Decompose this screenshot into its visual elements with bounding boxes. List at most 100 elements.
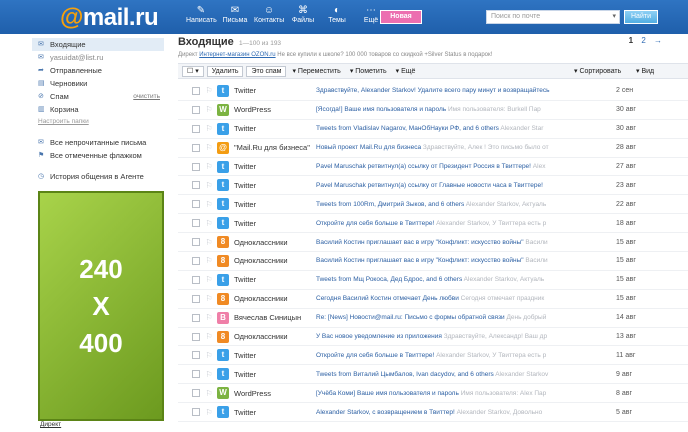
agent-history-link[interactable]: ◷ История общения в Агенте [32,170,164,183]
search-input[interactable]: Поиск по почте ▾ [486,10,620,24]
flag-icon[interactable]: ⚐ [204,351,214,360]
pager-next-arrow-icon[interactable]: → [654,36,662,45]
ad-banner[interactable]: 240 X 400 [38,191,164,421]
message-subject: Сегодня Василий Костин отмечает День люб… [316,295,602,302]
flag-icon[interactable]: ⚐ [204,105,214,114]
row-checkbox[interactable] [192,313,200,322]
row-checkbox[interactable] [192,238,200,247]
find-button[interactable]: Найти [624,10,658,24]
sidebar-filter[interactable]: ⚑ Все отмеченные флажком [32,149,164,162]
search-dropdown-icon[interactable]: ▾ [612,11,616,23]
row-checkbox[interactable] [192,124,200,133]
flag-icon[interactable]: ⚐ [204,219,214,228]
nav-icon: ◐ [333,5,341,16]
sidebar-folder[interactable]: ▤ Черновики [32,77,164,90]
message-row[interactable]: ⚐ t Twitter Tweets from Мщ Рокоса, Дед Бдро… [178,271,688,290]
sidebar-folder[interactable]: ⊘ Спам очистить [32,90,164,103]
message-row[interactable]: ⚐ W WordPress [Учёба Коми] Ваше имя пользов… [178,384,688,404]
row-checkbox[interactable] [192,389,200,398]
message-row[interactable]: ⚐ t Twitter Tweets from Vladislav Nagarov, … [178,120,688,139]
row-checkbox[interactable] [192,200,200,209]
flag-icon[interactable]: ⚐ [204,389,214,398]
message-row[interactable]: ⚐ t Twitter Здравствуйте, Alexander Starkov… [178,82,688,101]
message-row[interactable]: ⚐ t Twitter Tweets from Виталий Цымбалов, I… [178,365,688,385]
row-checkbox[interactable] [192,370,200,379]
topnav-item[interactable]: ◐ Темы [322,4,352,24]
flag-icon[interactable]: ⚐ [204,238,214,247]
agent-history-label: История общения в Агенте [50,172,144,181]
sidebar-folder[interactable]: ✉ Входящие [32,38,164,51]
row-checkbox[interactable] [192,181,200,190]
sender-name: Одноклассники [234,237,288,247]
folder-icon: ▤ [38,80,45,87]
flag-icon[interactable]: ⚐ [204,162,214,171]
row-checkbox[interactable] [192,86,200,95]
filter-icon: ⚑ [38,152,45,159]
row-checkbox[interactable] [192,143,200,152]
message-row[interactable]: ⚐ t Twitter Pavel Maruschak ретвитнул(а) сс… [178,158,688,177]
flag-icon[interactable]: ⚐ [204,313,214,322]
pager-next[interactable]: 2 [641,36,645,45]
message-row[interactable]: ⚐ t Twitter Pavel Maruschak ретвитнул(а) сс… [178,176,688,196]
sender-name: Twitter [234,369,257,379]
flag-icon[interactable]: ⚐ [204,332,214,341]
row-checkbox[interactable] [192,351,200,360]
settings-folders-link[interactable]: Настроить папки [32,116,164,128]
sidebar-folder[interactable]: ✉ yasuidat@list.ru [32,51,164,64]
flag-icon[interactable]: ⚐ [204,86,214,95]
topnav-item[interactable]: ✎ Написать [186,4,217,24]
topnav-item[interactable]: ⌘ Файлы [288,4,318,24]
flag-icon[interactable]: ⚐ [204,275,214,284]
ad-link[interactable]: Интернет-магазин OZON.ru [199,52,275,58]
mark-button[interactable]: ▾ Пометить [347,67,390,75]
message-row[interactable]: ⚐ 8 Одноклассники Василий Костин приглашает… [178,252,688,271]
flag-icon[interactable]: ⚐ [204,143,214,152]
row-checkbox[interactable] [192,256,200,265]
flag-icon[interactable]: ⚐ [204,200,214,209]
message-row[interactable]: ⚐ W WordPress [Ясогда!] Ваше имя пользовате… [178,101,688,120]
view-button[interactable]: ▾ Вид [636,67,654,75]
row-checkbox[interactable] [192,294,200,303]
message-row[interactable]: ⚐ t Twitter Alexander Starkov, с возвращени… [178,403,688,423]
message-row[interactable]: ⚐ 8 Одноклассники Василий Костин приглашает… [178,233,688,253]
flag-icon[interactable]: ⚐ [204,256,214,265]
flag-icon[interactable]: ⚐ [204,408,214,417]
message-row[interactable]: ⚐ @ "Mail.Ru для бизнеса" Новый проект Mail… [178,139,688,158]
message-row[interactable]: ⚐ t Twitter Откройте для себя больше в Твит… [178,214,688,234]
banner-x: X [92,290,110,321]
message-row[interactable]: ⚐ t Twitter Откройте для себя больше в Твит… [178,346,688,366]
direct-link[interactable]: Директ [40,421,61,428]
flag-icon[interactable]: ⚐ [204,370,214,379]
spam-button[interactable]: Это спам [246,65,287,77]
row-checkbox[interactable] [192,162,200,171]
sender-avatar: t [217,122,229,135]
move-button[interactable]: ▾ Переместить [289,67,343,75]
message-row[interactable]: ⚐ 8 Одноклассники Сегодня Василий Костин от… [178,290,688,309]
mailru-logo[interactable]: @mail.ru [60,4,159,32]
message-row[interactable]: ⚐ 8 Одноклассники У Вас новое уведомление и… [178,328,688,347]
more-button[interactable]: ▾ Ещё [393,67,419,75]
sidebar-filter[interactable]: ✉ Все непрочитанные письма [32,136,164,149]
clear-spam-link[interactable]: очистить [133,90,160,103]
row-checkbox[interactable] [192,275,200,284]
row-checkbox[interactable] [192,332,200,341]
message-subject: Откройте для себя больше в Твиттере! Ale… [316,352,602,359]
sender-avatar: t [217,198,229,211]
new-button[interactable]: Новая [380,10,422,24]
row-checkbox[interactable] [192,219,200,228]
sort-button[interactable]: ▾ Сортировать [574,67,621,75]
sidebar-folder[interactable]: ▥ Корзина [32,103,164,116]
delete-button[interactable]: Удалить [206,65,244,77]
flag-icon[interactable]: ⚐ [204,294,214,303]
sidebar-folder[interactable]: ➦ Отправленные [32,64,164,77]
flag-icon[interactable]: ⚐ [204,181,214,190]
nav-label: Темы [328,17,346,24]
topnav-item[interactable]: ☺ Контакты [254,4,284,24]
topnav-item[interactable]: ✉ Письма [220,4,250,24]
row-checkbox[interactable] [192,105,200,114]
message-row[interactable]: ⚐ t Twitter Tweets from 100Rm, Дмитрий Зыко… [178,195,688,215]
message-row[interactable]: ⚐ B Вячеслав Синицын Re: [News] Новости@mai… [178,309,688,328]
flag-icon[interactable]: ⚐ [204,124,214,133]
select-all-checkbox[interactable]: ☐ ▾ [182,65,204,77]
row-checkbox[interactable] [192,408,200,417]
